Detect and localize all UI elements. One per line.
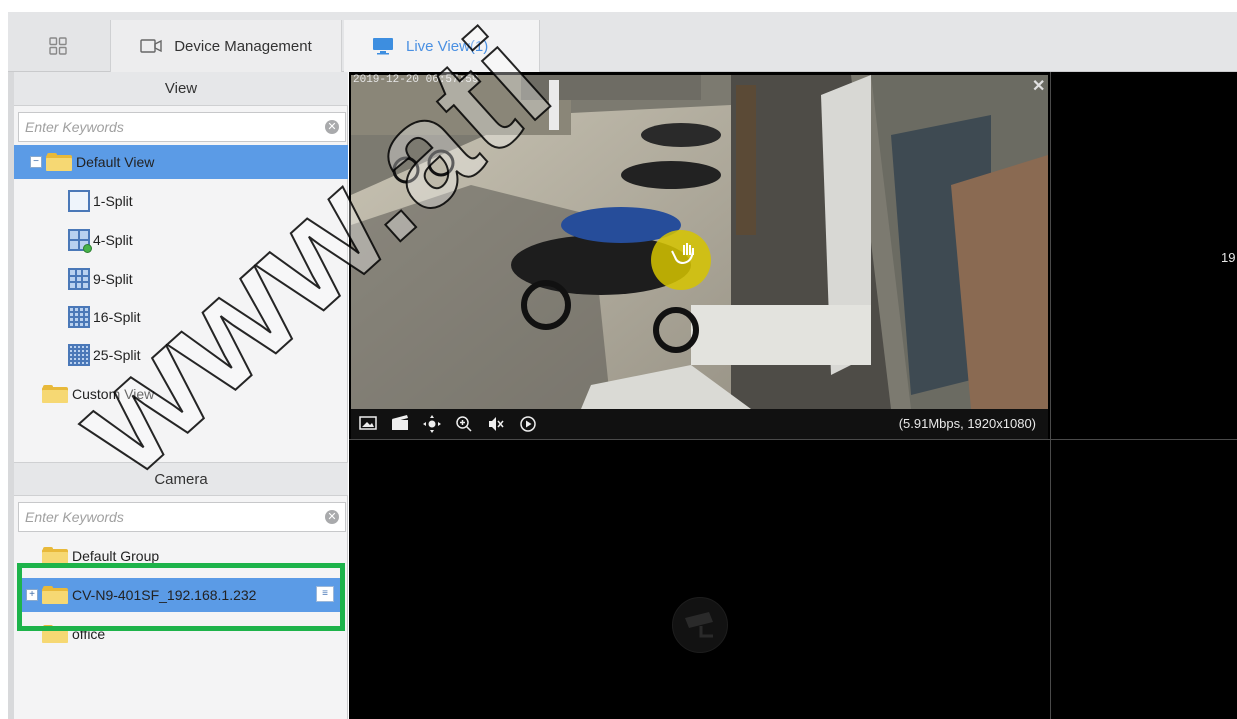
tree-item-16-split[interactable]: 16-Split (68, 300, 140, 334)
tree-item-9-split[interactable]: 9-Split (68, 262, 133, 296)
close-icon[interactable]: ✕ (1032, 76, 1045, 96)
tab-bar: Device Management Live View(1) (8, 12, 1237, 72)
clear-icon[interactable]: ✕ (325, 120, 339, 134)
tab-device-management[interactable]: Device Management (110, 20, 342, 72)
snapshot-icon[interactable] (359, 415, 377, 433)
split-9-icon (68, 268, 90, 290)
osd-timestamp: 2019-12-20 06:57:59 (353, 74, 479, 86)
record-icon[interactable] (391, 415, 409, 433)
video-toolbar: (5.91Mbps, 1920x1080) (351, 409, 1048, 439)
cell-divider (1050, 72, 1051, 719)
tree-item-label: 1-Split (93, 193, 133, 209)
split-16-icon (68, 306, 90, 328)
bitrate-info: (5.91Mbps, 1920x1080) (898, 416, 1036, 431)
top-strip (0, 0, 1237, 12)
view-search: ✕ (18, 112, 346, 142)
zoom-in-icon[interactable] (455, 415, 473, 433)
tree-item-4-split[interactable]: 4-Split (68, 223, 133, 257)
camera-panel-header: Camera (14, 462, 348, 496)
tab-home[interactable] (8, 20, 108, 72)
view-panel-header: View (14, 72, 348, 106)
tree-item-custom-view[interactable]: Custom View (42, 377, 154, 411)
split-1-icon (68, 190, 90, 212)
folder-icon (42, 385, 68, 403)
tree-item-label: Custom View (72, 386, 155, 402)
split-25-icon (68, 344, 90, 366)
tree-item-label: 9-Split (93, 271, 133, 287)
grid-icon (49, 37, 67, 55)
camera-placeholder-icon (672, 597, 728, 653)
tab-label: Device Management (174, 37, 312, 55)
highlight-box (17, 563, 345, 631)
tree-item-25-split[interactable]: 25-Split (68, 338, 140, 372)
tab-label: Live View(1) (406, 37, 489, 55)
tree-item-label: 16-Split (93, 309, 141, 325)
panel-edge (8, 72, 14, 719)
camera-search-input[interactable] (25, 509, 315, 525)
cell-number: 19 (1221, 250, 1236, 265)
view-search-input[interactable] (25, 119, 315, 135)
tree-item-default-view[interactable]: − Default View (14, 145, 348, 179)
tree-item-label: 25-Split (93, 347, 141, 363)
tab-live-view[interactable]: Live View(1) (344, 20, 540, 72)
clear-icon[interactable]: ✕ (325, 510, 339, 524)
tree-item-label: 4-Split (93, 232, 133, 248)
split-4-icon (68, 229, 92, 253)
monitor-icon (373, 38, 393, 55)
video-feed[interactable] (351, 75, 1048, 409)
ptz-icon[interactable] (423, 415, 441, 433)
camera-icon (140, 39, 162, 53)
playback-icon[interactable] (519, 415, 537, 433)
tree-item-1-split[interactable]: 1-Split (68, 184, 133, 218)
audio-icon[interactable] (487, 415, 505, 433)
camera-search: ✕ (18, 502, 346, 532)
folder-icon (46, 153, 72, 171)
tree-item-label: Default Group (72, 548, 160, 564)
collapse-icon[interactable]: − (30, 156, 42, 168)
tree-item-label: Default View (76, 154, 155, 170)
cell-divider (349, 439, 1237, 440)
